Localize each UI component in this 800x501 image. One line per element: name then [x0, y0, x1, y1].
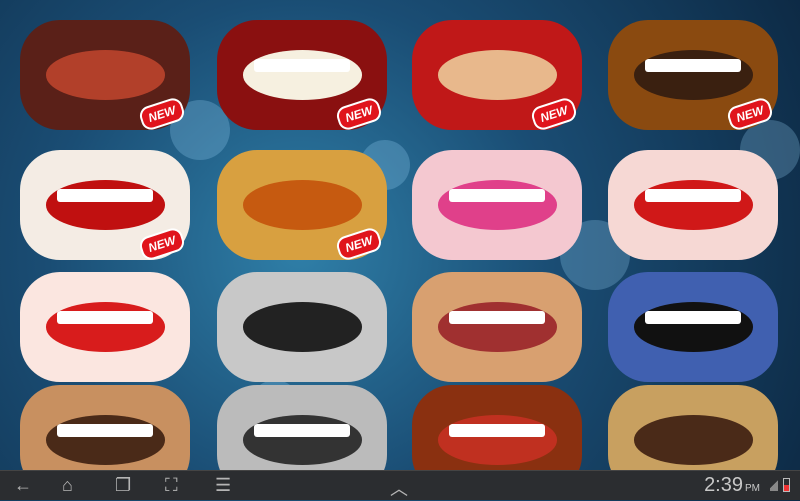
mouth-shape: [633, 50, 753, 100]
mouth-image: [412, 272, 582, 382]
mouth-shape: [242, 50, 362, 100]
mouth-tile-mouth-13[interactable]: [20, 385, 190, 470]
mouth-image: [608, 150, 778, 260]
mouth-image: [217, 385, 387, 470]
teeth: [57, 311, 153, 325]
recent-apps-button[interactable]: ❐: [115, 475, 131, 496]
mouth-tile-mouth-15[interactable]: [412, 385, 582, 470]
teeth: [645, 59, 741, 73]
home-button[interactable]: ⌂: [62, 475, 73, 496]
mouth-tile-cartoon-cloud-mouth[interactable]: NEW: [20, 150, 190, 263]
mouth-tile-mustache[interactable]: NEW: [412, 20, 582, 133]
clock-time: 2:39: [704, 474, 743, 496]
mouth-image: [412, 150, 582, 260]
mouth-shape: [45, 415, 165, 465]
clock-ampm: PM: [745, 483, 760, 494]
mouth-tile-cartoon-red-lips[interactable]: [20, 272, 190, 382]
system-navbar: ← ⌂ ❐ ⛶ ☰ ︿ 2:39 PM: [0, 470, 800, 500]
mouth-tile-mouth-14[interactable]: [217, 385, 387, 470]
teeth: [57, 189, 153, 203]
teeth: [645, 311, 741, 325]
mouth-shape: [633, 415, 753, 465]
mouth-image: [217, 272, 387, 382]
mouth-shape: [633, 302, 753, 352]
mouth-image: [20, 272, 190, 382]
mouth-tile-smiling-man[interactable]: [412, 272, 582, 382]
mouth-tile-red-lips[interactable]: NEW: [20, 20, 190, 133]
mouth-shape: [242, 180, 362, 230]
mouth-tile-mouth-16[interactable]: [608, 385, 778, 470]
mouth-shape: [437, 302, 557, 352]
teeth: [449, 311, 545, 325]
mouth-shape: [437, 180, 557, 230]
mouth-image: [20, 385, 190, 470]
teeth: [645, 189, 741, 203]
mouth-shape: [633, 180, 753, 230]
mouth-tile-big-teeth[interactable]: NEW: [217, 20, 387, 133]
mouth-tile-bird-beak[interactable]: NEW: [217, 150, 387, 263]
mouth-grid: NEW NEW NEW NEW NEW NEW: [0, 0, 800, 470]
mouth-shape: [242, 302, 362, 352]
mouth-shape: [45, 180, 165, 230]
mouth-image: [608, 385, 778, 470]
mouth-tile-glossy-red-lips[interactable]: [608, 150, 778, 260]
mouth-image: [608, 272, 778, 382]
teeth: [57, 424, 153, 438]
mouth-shape: [45, 50, 165, 100]
mouth-tile-dog-nose[interactable]: [217, 272, 387, 382]
back-button[interactable]: ←: [14, 475, 32, 496]
screenshot-button[interactable]: ⛶: [165, 475, 178, 496]
battery-icon: [783, 478, 790, 492]
teeth: [254, 424, 350, 438]
menu-button[interactable]: ☰: [215, 475, 231, 496]
app-tray-button[interactable]: ︿: [390, 475, 408, 501]
mouth-shape: [242, 415, 362, 465]
teeth: [254, 59, 350, 73]
mouth-shape: [45, 302, 165, 352]
signal-icon: [770, 478, 778, 491]
mouth-shape: [437, 50, 557, 100]
mouth-tile-blue-monster[interactable]: [608, 272, 778, 382]
mouth-image: [412, 385, 582, 470]
mouth-tile-tiger-fangs[interactable]: NEW: [608, 20, 778, 133]
teeth: [449, 424, 545, 438]
clock: 2:39 PM: [704, 474, 760, 497]
mouth-tile-pink-lips[interactable]: [412, 150, 582, 260]
teeth: [449, 189, 545, 203]
mouth-shape: [437, 415, 557, 465]
